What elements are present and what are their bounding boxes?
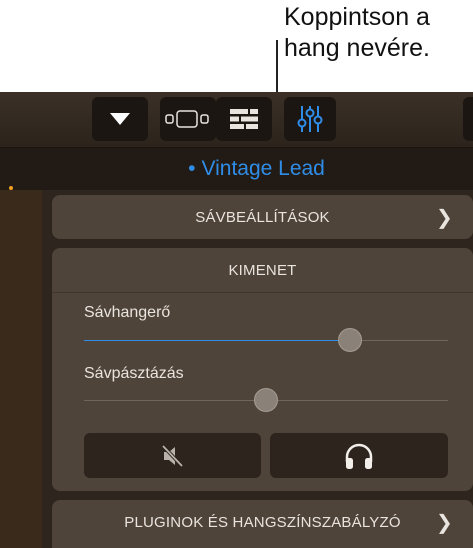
callout-line-1: Koppintson a bbox=[284, 3, 430, 31]
tracks-icon bbox=[230, 109, 258, 129]
track-header: • Vintage Lead bbox=[0, 148, 473, 190]
app-window: • Vintage Lead SÁVBEÁLLÍTÁSOK ❯ KIMENET … bbox=[0, 92, 473, 548]
mixer-sliders-icon bbox=[297, 106, 323, 132]
divider bbox=[52, 292, 473, 293]
headphones-icon bbox=[345, 443, 373, 469]
chevron-right-icon: ❯ bbox=[436, 206, 453, 229]
pan-label: Sávpásztázás bbox=[84, 365, 184, 382]
pan-slider-knob[interactable] bbox=[254, 388, 278, 412]
tracks-button[interactable] bbox=[216, 97, 272, 141]
track-name-dot: • bbox=[188, 157, 196, 180]
view-toggle-button[interactable] bbox=[160, 97, 216, 141]
mixer-button[interactable] bbox=[284, 97, 336, 141]
view-toggle-icon bbox=[165, 110, 209, 128]
track-settings-row[interactable]: SÁVBEÁLLÍTÁSOK ❯ bbox=[52, 195, 473, 239]
plugins-row[interactable]: PLUGINOK ÉS HANGSZÍNSZABÁLYZÓ ❯ bbox=[52, 500, 473, 548]
track-name-button[interactable]: • Vintage Lead bbox=[0, 148, 473, 190]
volume-slider-fill bbox=[84, 340, 350, 341]
dropdown-button[interactable] bbox=[92, 97, 148, 141]
track-lane bbox=[0, 190, 42, 548]
output-title: KIMENET bbox=[228, 261, 297, 279]
toolbar bbox=[0, 92, 473, 148]
chevron-right-icon: ❯ bbox=[436, 511, 453, 534]
mute-button[interactable] bbox=[84, 433, 261, 478]
volume-label: Sávhangerő bbox=[84, 304, 171, 321]
speaker-muted-icon bbox=[161, 444, 183, 467]
plugins-label: PLUGINOK ÉS HANGSZÍNSZABÁLYZÓ bbox=[124, 513, 401, 531]
track-name: Vintage Lead bbox=[201, 157, 325, 180]
output-panel: KIMENET Sávhangerő Sávpásztázás bbox=[52, 248, 473, 491]
track-settings-label: SÁVBEÁLLÍTÁSOK bbox=[195, 208, 330, 226]
solo-button[interactable] bbox=[270, 433, 448, 478]
callout-line-2: hang nevére. bbox=[284, 34, 430, 62]
triangle-down-icon bbox=[110, 113, 130, 125]
callout-text: Koppintson a hang nevére. bbox=[284, 2, 430, 64]
volume-slider-knob[interactable] bbox=[337, 328, 362, 352]
toolbar-edge-button[interactable] bbox=[463, 97, 473, 141]
